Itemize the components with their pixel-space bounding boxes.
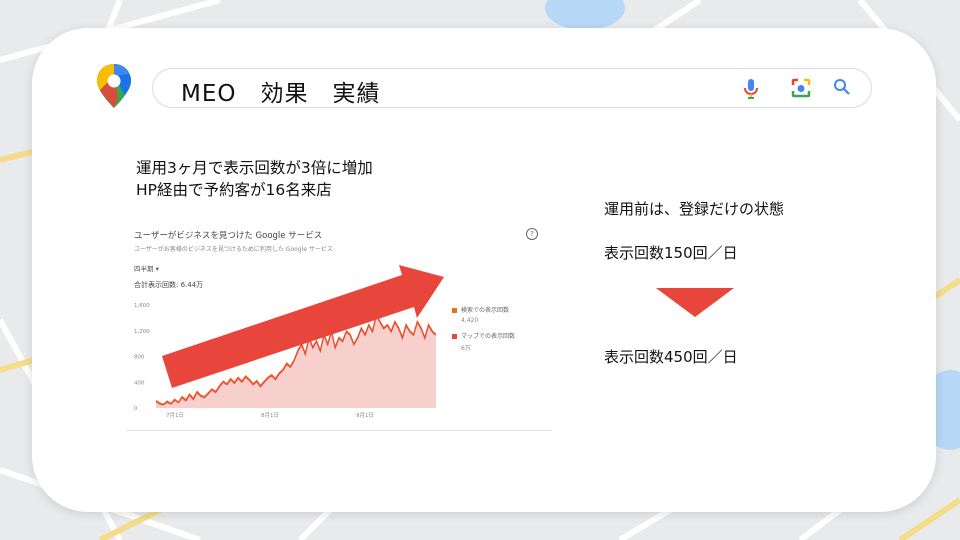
headline-line-1: 運用3ヶ月で表示回数が3倍に増加 bbox=[136, 159, 373, 177]
impressions-chart: 1,600 1,200 800 400 0 7月1日 8月1日 9月1日 bbox=[134, 265, 444, 419]
legend-item-search: 検索での表示回数 4,420 bbox=[452, 305, 509, 324]
google-maps-pin-icon bbox=[97, 64, 131, 108]
microphone-icon[interactable] bbox=[743, 78, 759, 100]
legend-swatch-search bbox=[452, 308, 457, 313]
legend-label-maps: マップでの表示回数 bbox=[461, 333, 516, 340]
x-tick-label: 7月1日 bbox=[166, 412, 184, 419]
insights-panel: ユーザーがビジネスを見つけた Google サービス ? ユーザーがお客様のビジ… bbox=[126, 218, 552, 431]
before-label: 運用前は、登録だけの状態 bbox=[604, 200, 785, 218]
magnifier-icon[interactable] bbox=[833, 78, 851, 96]
y-tick-label: 400 bbox=[134, 380, 145, 386]
legend-item-maps: マップでの表示回数 6万 bbox=[452, 331, 515, 352]
x-tick-label: 8月1日 bbox=[261, 412, 279, 419]
y-tick-label: 0 bbox=[134, 406, 138, 412]
headline-line-2: HP経由で予約客が16名来店 bbox=[136, 181, 332, 199]
lens-camera-icon[interactable] bbox=[790, 77, 812, 99]
legend-value-maps: 6万 bbox=[461, 345, 471, 352]
y-tick-label: 1,600 bbox=[134, 303, 150, 309]
search-bar[interactable]: MEO 効果 実績 bbox=[152, 68, 872, 108]
down-arrow-icon bbox=[656, 288, 734, 317]
y-tick-label: 1,200 bbox=[134, 329, 150, 335]
content-card: MEO 効果 実績 運用3ヶ月で表示回数が3倍に増加 HP経由で予約客が16名来… bbox=[32, 28, 936, 512]
before-value: 表示回数150回／日 bbox=[604, 244, 738, 262]
legend-swatch-maps bbox=[452, 334, 457, 339]
legend-label-search: 検索での表示回数 bbox=[461, 307, 510, 314]
legend-value-search: 4,420 bbox=[461, 317, 479, 324]
x-tick-label: 9月1日 bbox=[356, 412, 374, 419]
y-tick-label: 800 bbox=[134, 355, 145, 361]
after-value: 表示回数450回／日 bbox=[604, 348, 738, 366]
search-query[interactable]: MEO 効果 実績 bbox=[181, 74, 380, 108]
